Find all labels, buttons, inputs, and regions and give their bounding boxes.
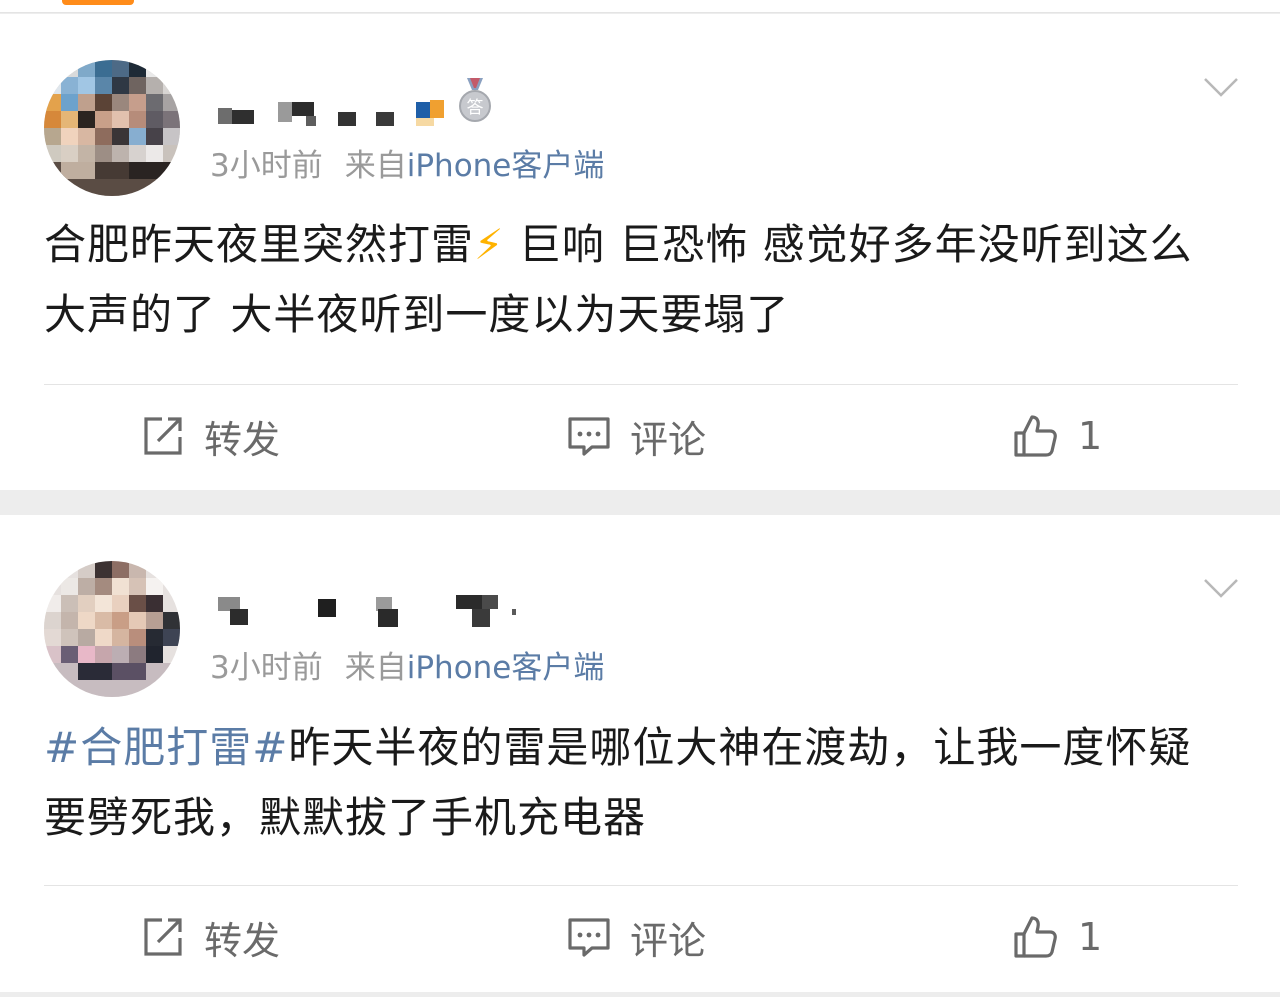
repost-icon (144, 417, 182, 455)
post-time: 3小时前 (210, 650, 323, 686)
avatar[interactable] (44, 561, 180, 697)
post-meta: 3小时前 来自iPhone客户端 (210, 642, 604, 687)
comment-button[interactable]: 评论 (566, 907, 706, 967)
repost-label: 转发 (204, 918, 281, 963)
comment-label: 评论 (630, 918, 707, 963)
medal-badge-icon: 答 (458, 76, 492, 124)
post-time: 3小时前 (210, 148, 323, 184)
source-prefix: 来自 (344, 650, 407, 686)
divider (44, 384, 1238, 385)
like-icon (1014, 415, 1057, 457)
comment-icon (568, 918, 610, 957)
top-strip (0, 0, 1280, 13)
chevron-down-icon[interactable] (1203, 577, 1239, 599)
username-redacted[interactable] (210, 76, 450, 130)
repost-button[interactable]: 转发 (140, 907, 280, 967)
repost-button[interactable]: 转发 (140, 406, 280, 466)
lightning-icon: ⚡ (474, 220, 505, 269)
like-icon (1014, 916, 1057, 958)
post-meta: 3小时前 来自iPhone客户端 (210, 140, 604, 185)
like-count: 1 (1078, 915, 1103, 959)
post-source-link[interactable]: iPhone客户端 (407, 148, 605, 184)
svg-text:答: 答 (467, 98, 484, 118)
like-count: 1 (1078, 414, 1103, 458)
post-card[interactable]: 答 3小时前 来自iPhone客户端 合肥昨天夜里突然打雷⚡ 巨响 巨恐怖 感觉好… (0, 14, 1280, 490)
source-prefix: 来自 (344, 148, 407, 184)
hashtag-link[interactable]: #合肥打雷# (44, 723, 288, 772)
like-button[interactable]: 1 (1012, 406, 1102, 466)
post-text: #合肥打雷#昨天半夜的雷是哪位大神在渡劫，让我一度怀疑要劈死我，默默拔了手机充电… (44, 713, 1234, 853)
comment-button[interactable]: 评论 (566, 406, 706, 466)
divider (44, 885, 1238, 886)
top-tab-indicator (62, 0, 134, 5)
repost-label: 转发 (204, 417, 281, 462)
post-text: 合肥昨天夜里突然打雷⚡ 巨响 巨恐怖 感觉好多年没听到这么大声的了 大半夜听到一… (44, 210, 1234, 350)
post-card[interactable]: 3小时前 来自iPhone客户端 #合肥打雷#昨天半夜的雷是哪位大神在渡劫，让我一… (0, 515, 1280, 992)
like-button[interactable]: 1 (1012, 907, 1102, 967)
username-redacted[interactable] (210, 579, 540, 633)
comment-icon (568, 417, 610, 456)
avatar[interactable] (44, 60, 180, 196)
post-source-link[interactable]: iPhone客户端 (407, 650, 605, 686)
chevron-down-icon[interactable] (1203, 76, 1239, 98)
post-text-part: 合肥昨天夜里突然打雷 (44, 220, 475, 269)
repost-icon (144, 918, 182, 956)
comment-label: 评论 (630, 417, 707, 462)
